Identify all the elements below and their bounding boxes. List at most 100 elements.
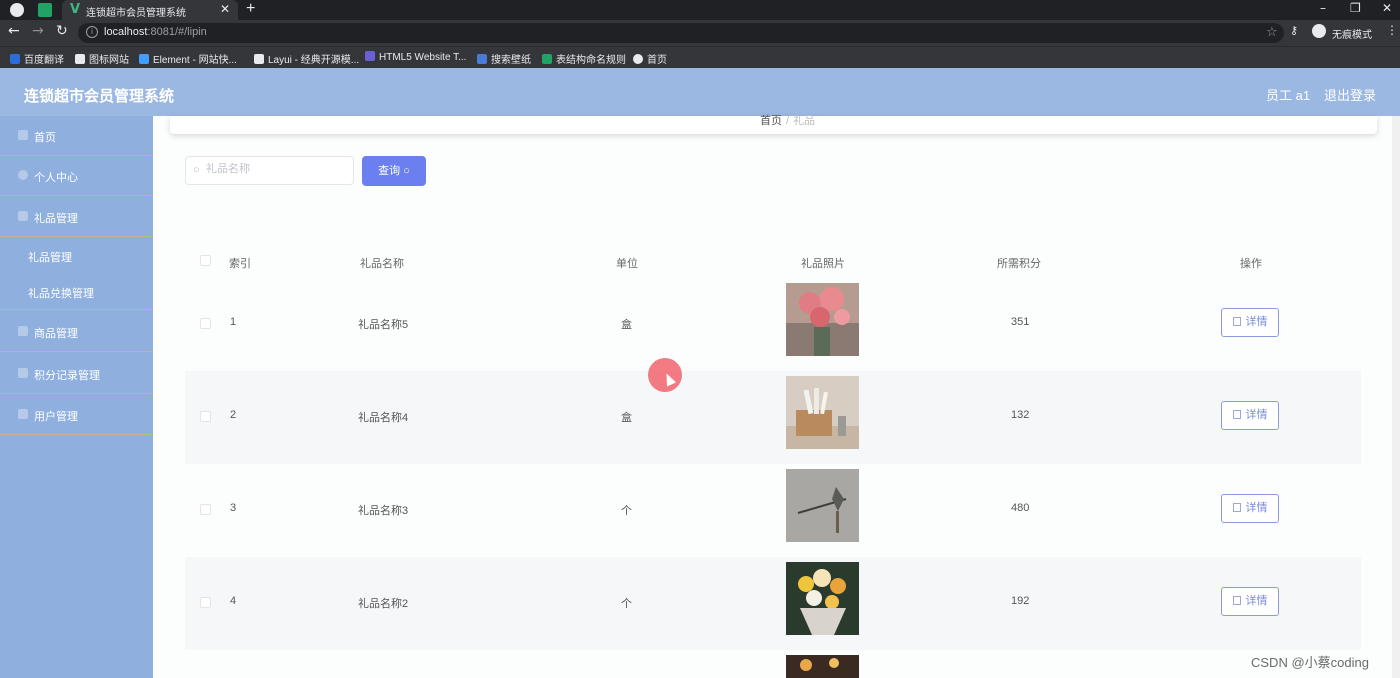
header-index: 索引 <box>229 258 251 270</box>
bookmark-item[interactable]: 搜索壁纸 <box>477 51 531 66</box>
home-icon <box>18 130 28 140</box>
detail-button[interactable]: 详情 <box>1221 587 1279 616</box>
tab-title[interactable]: 连锁超市会员管理系统 <box>86 4 186 19</box>
points-icon <box>18 368 28 378</box>
browser-tab-bar: V 连锁超市会员管理系统 ✕ + – ❐ ✕ <box>0 0 1400 20</box>
element-icon <box>139 54 149 64</box>
site-info-icon[interactable]: i <box>86 26 98 38</box>
bookmark-item[interactable]: 表结构命名规则 <box>542 51 626 66</box>
pinned-tab-icon[interactable] <box>38 3 52 17</box>
minimize-icon[interactable]: – <box>1320 1 1326 15</box>
sidebar-item-label: 用户管理 <box>34 411 78 423</box>
query-button[interactable]: 查询 ○ <box>362 156 426 186</box>
vue-logo-icon: V <box>70 2 81 17</box>
detail-button[interactable]: 详情 <box>1221 308 1279 337</box>
row-unit: 个 <box>621 598 632 610</box>
tab-close-icon[interactable]: ✕ <box>220 2 230 16</box>
document-icon <box>1232 596 1241 605</box>
layui-icon <box>254 54 264 64</box>
browser-globe-icon[interactable] <box>10 3 24 17</box>
close-window-icon[interactable]: ✕ <box>1382 1 1392 15</box>
bookmark-item[interactable]: 图标网站 <box>75 51 129 66</box>
row-gift-name: 礼品名称3 <box>358 505 409 517</box>
row-unit: 盒 <box>621 412 632 424</box>
table-header: 索引 礼品名称 单位 礼品照片 所需积分 操作 <box>185 244 1361 278</box>
detail-button[interactable]: 详情 <box>1221 401 1279 430</box>
pink-flowers-photo <box>786 283 859 356</box>
sidebar-item-gift-management[interactable]: 礼品管理 <box>0 197 153 237</box>
sidebar: 首页 个人中心 礼品管理 礼品管理 礼品兑换管理 商品管理 积分记录管理 用户管… <box>0 116 153 678</box>
row-checkbox[interactable] <box>200 597 211 608</box>
incognito-label[interactable]: 无痕模式 <box>1332 26 1372 41</box>
pens-holder-photo <box>786 376 859 449</box>
incognito-icon[interactable] <box>1312 24 1326 38</box>
bookmark-item[interactable]: Layui - 经典开源模... <box>254 51 359 66</box>
breadcrumb-home[interactable]: 首页 <box>760 115 782 127</box>
sidebar-item-goods[interactable]: 商品管理 <box>0 312 153 352</box>
sidebar-item-label: 礼品管理 <box>34 213 78 225</box>
header-points: 所需积分 <box>997 258 1041 270</box>
search-icon: ○ <box>193 164 200 176</box>
url-text[interactable]: localhost:8081/#/lipin <box>104 26 207 38</box>
breadcrumb-card: 首页 / 礼品 <box>170 115 1377 134</box>
row-checkbox[interactable] <box>200 504 211 515</box>
header-unit: 单位 <box>616 258 638 270</box>
bookmark-item[interactable]: 首页 <box>633 51 667 66</box>
browser-toolbar: ← → ↻ i localhost:8081/#/lipin ☆ <box>0 20 1400 46</box>
vertical-scrollbar[interactable] <box>1392 116 1400 678</box>
url-bar[interactable]: i localhost:8081/#/lipin ☆ <box>78 23 1284 43</box>
logout-link[interactable]: 退出登录 <box>1324 85 1376 104</box>
forward-arrow-icon[interactable]: → <box>32 23 44 39</box>
breadcrumb-current: 礼品 <box>793 115 816 127</box>
sidebar-item-label: 礼品管理 <box>28 252 72 264</box>
header-actions: 操作 <box>1240 258 1262 270</box>
key-icon[interactable]: ⚷ <box>1290 24 1298 37</box>
restore-icon[interactable]: ❐ <box>1350 1 1361 15</box>
row-index: 4 <box>230 595 237 607</box>
globe-icon <box>633 54 643 64</box>
sidebar-item-label: 商品管理 <box>34 328 78 340</box>
table-row: 4 礼品名称2 个 192 详情 <box>185 557 1361 650</box>
row-gift-name: 礼品名称4 <box>358 412 409 424</box>
sidebar-subitem-gift-management[interactable]: 礼品管理 <box>0 238 153 274</box>
bookmark-item[interactable]: HTML5 Website T... <box>365 51 466 63</box>
user-icon <box>18 170 28 180</box>
row-unit: 盒 <box>621 319 632 331</box>
select-all-checkbox[interactable] <box>200 255 211 266</box>
reload-icon[interactable]: ↻ <box>56 23 68 39</box>
sidebar-item-home[interactable]: 首页 <box>0 116 153 156</box>
gift-photo-partial <box>786 655 859 678</box>
browser-menu-icon[interactable]: ⋮ <box>1386 23 1398 37</box>
detail-button[interactable]: 详情 <box>1221 494 1279 523</box>
header-gift-photo: 礼品照片 <box>801 258 845 270</box>
back-arrow-icon[interactable]: ← <box>8 23 20 39</box>
sidebar-item-points[interactable]: 积分记录管理 <box>0 354 153 394</box>
flag-icon <box>75 54 85 64</box>
sidebar-subitem-gift-exchange[interactable]: 礼品兑换管理 <box>0 274 153 310</box>
table-row <box>185 650 1361 678</box>
row-index: 2 <box>230 409 237 421</box>
row-checkbox[interactable] <box>200 411 211 422</box>
row-unit: 个 <box>621 505 632 517</box>
row-gift-name: 礼品名称2 <box>358 598 409 610</box>
bookmark-item[interactable]: Element - 网站快... <box>139 51 237 66</box>
table-row: 1 礼品名称5 盒 351 详情 <box>185 278 1361 371</box>
new-tab-button[interactable]: + <box>246 0 255 18</box>
app-header: 连锁超市会员管理系统 员工 a1 退出登录 <box>0 68 1400 116</box>
breadcrumb-separator: / <box>786 115 790 127</box>
bookmark-item[interactable]: 百度翻译 <box>10 51 64 66</box>
app-title: 连锁超市会员管理系统 <box>24 88 175 105</box>
sidebar-item-label: 个人中心 <box>34 172 78 184</box>
row-index: 3 <box>230 502 237 514</box>
sheet-icon <box>542 54 552 64</box>
gift-name-search-field: ○ <box>185 156 354 185</box>
wallpaper-icon <box>477 54 487 64</box>
sidebar-item-users[interactable]: 用户管理 <box>0 395 153 435</box>
table-row: 3 礼品名称3 个 480 详情 <box>185 464 1361 557</box>
gift-name-search-input[interactable] <box>206 163 346 175</box>
bookmark-star-icon[interactable]: ☆ <box>1266 24 1278 40</box>
main-content: 首页 /礼品 ○ 查询 ○ 索引 礼品名称 单位 礼品照片 所需积分 操作 1 礼… <box>153 115 1400 678</box>
row-checkbox[interactable] <box>200 318 211 329</box>
sidebar-item-label: 首页 <box>34 132 56 144</box>
sidebar-item-profile[interactable]: 个人中心 <box>0 156 153 196</box>
